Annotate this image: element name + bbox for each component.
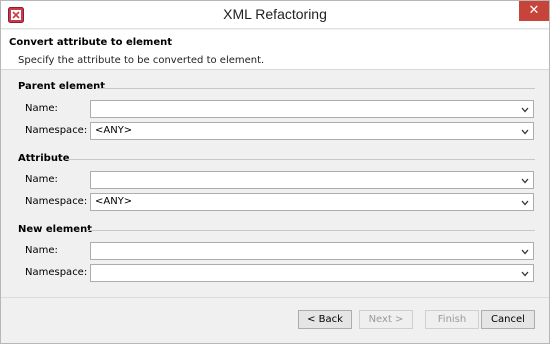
- chevron-down-icon[interactable]: [520, 105, 530, 115]
- chevron-down-icon[interactable]: [520, 127, 530, 137]
- footer-separator: [1, 297, 549, 298]
- new-element-namespace-combo[interactable]: [90, 264, 534, 282]
- attribute-namespace-value: <ANY>: [95, 196, 133, 207]
- group-header-attribute: Attribute: [18, 153, 70, 164]
- group-header-parent: Parent element: [18, 81, 105, 92]
- parent-name-label: Name:: [25, 103, 58, 114]
- back-button[interactable]: < Back: [298, 310, 352, 329]
- parent-namespace-label: Namespace:: [25, 125, 88, 136]
- wizard-banner: Convert attribute to element Specify the…: [1, 30, 549, 70]
- group-divider: [87, 230, 535, 231]
- window-title: XML Refactoring: [223, 6, 327, 22]
- chevron-down-icon[interactable]: [520, 269, 530, 279]
- attribute-name-combo[interactable]: [90, 171, 534, 189]
- next-button[interactable]: Next >: [359, 310, 413, 329]
- group-header-new-element: New element: [18, 224, 92, 235]
- finish-button[interactable]: Finish: [425, 310, 479, 329]
- chevron-down-icon[interactable]: [520, 198, 530, 208]
- new-element-name-label: Name:: [25, 245, 58, 256]
- parent-namespace-combo[interactable]: <ANY>: [90, 122, 534, 140]
- close-button[interactable]: ✕: [519, 1, 549, 21]
- cancel-button[interactable]: Cancel: [481, 310, 535, 329]
- dialog-window: XML Refactoring ✕ Convert attribute to e…: [0, 0, 550, 344]
- close-icon: ✕: [528, 3, 540, 18]
- title-bar: XML Refactoring ✕: [1, 1, 549, 29]
- banner-title: Convert attribute to element: [9, 37, 173, 48]
- attribute-name-label: Name:: [25, 174, 58, 185]
- attribute-namespace-label: Namespace:: [25, 196, 88, 207]
- new-element-namespace-label: Namespace:: [25, 267, 88, 278]
- chevron-down-icon[interactable]: [520, 247, 530, 257]
- parent-name-combo[interactable]: [90, 100, 534, 118]
- banner-description: Specify the attribute to be converted to…: [18, 55, 265, 66]
- group-divider: [97, 88, 535, 89]
- attribute-namespace-combo[interactable]: <ANY>: [90, 193, 534, 211]
- group-divider: [67, 159, 535, 160]
- chevron-down-icon[interactable]: [520, 176, 530, 186]
- parent-namespace-value: <ANY>: [95, 125, 133, 136]
- new-element-name-combo[interactable]: [90, 242, 534, 260]
